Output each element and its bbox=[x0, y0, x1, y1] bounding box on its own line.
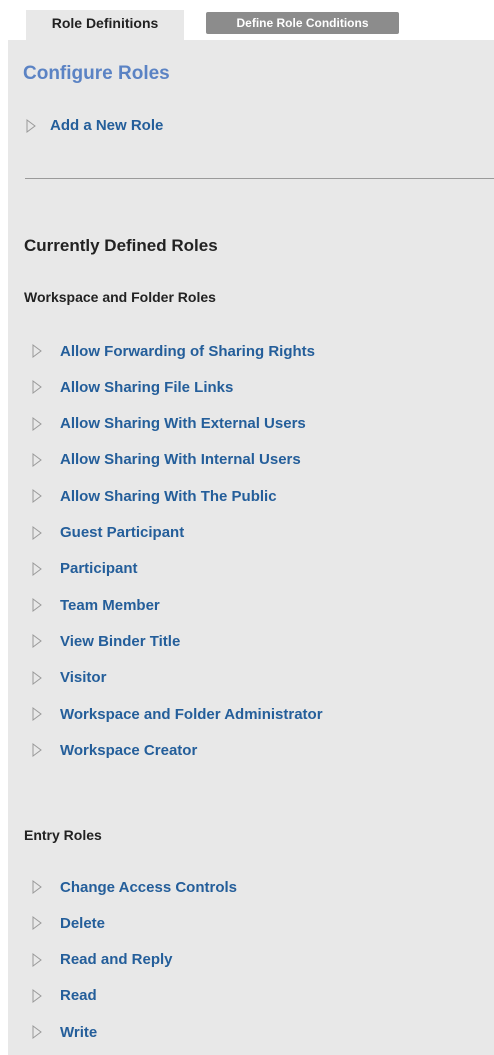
triangle-right-icon bbox=[32, 561, 42, 576]
role-item-label: Guest Participant bbox=[60, 524, 185, 541]
role-item[interactable]: Read bbox=[32, 985, 97, 1007]
add-new-role-label: Add a New Role bbox=[50, 117, 164, 134]
divider bbox=[25, 178, 494, 179]
triangle-right-icon bbox=[32, 416, 42, 431]
role-item-label: Write bbox=[60, 1023, 98, 1041]
role-item-label: View Binder Title bbox=[60, 632, 181, 650]
role-item[interactable]: Change Access Controls bbox=[32, 876, 237, 898]
role-item[interactable]: Allow Forwarding of Sharing Rights bbox=[32, 340, 315, 362]
triangle-right-icon bbox=[32, 344, 42, 358]
role-item-label: Allow Forwarding of Sharing Rights bbox=[60, 342, 315, 360]
triangle-right-icon bbox=[32, 525, 42, 540]
role-item-label: Workspace and Folder Administrator bbox=[60, 705, 323, 723]
entry-roles-heading: Entry Roles bbox=[24, 827, 102, 843]
configure-roles-title: Configure Roles bbox=[23, 63, 170, 84]
role-item-label: Workspace Creator bbox=[60, 741, 198, 759]
triangle-right-icon bbox=[32, 489, 42, 504]
role-item[interactable]: Allow Sharing With Internal Users bbox=[32, 449, 301, 471]
triangle-right-icon bbox=[32, 1025, 42, 1040]
role-item-label: Change Access Controls bbox=[60, 878, 237, 896]
tab-bar: Role Definitions Define Role Conditions bbox=[26, 10, 494, 40]
role-item[interactable]: View Binder Title bbox=[32, 630, 180, 652]
triangle-right-icon bbox=[32, 380, 42, 395]
triangle-right-icon bbox=[32, 598, 42, 613]
role-item-label: Allow Sharing With External Users bbox=[60, 415, 306, 433]
triangle-right-icon bbox=[32, 670, 42, 685]
role-item[interactable]: Team Member bbox=[32, 594, 160, 616]
role-item[interactable]: Read and Reply bbox=[32, 949, 173, 971]
role-item[interactable]: Workspace Creator bbox=[32, 739, 197, 761]
currently-defined-roles-title: Currently Defined Roles bbox=[24, 236, 218, 255]
role-item-label: Read bbox=[60, 987, 97, 1005]
triangle-right-icon bbox=[32, 634, 42, 649]
workspace-folder-roles-heading: Workspace and Folder Roles bbox=[24, 289, 216, 305]
triangle-right-icon bbox=[32, 952, 42, 967]
role-item[interactable]: Workspace and Folder Administrator bbox=[32, 703, 323, 725]
role-item-label: Delete bbox=[60, 914, 106, 932]
role-item[interactable]: Participant bbox=[32, 558, 138, 580]
add-new-role-link[interactable]: Add a New Role bbox=[26, 117, 163, 134]
tab-role-definitions[interactable]: Role Definitions bbox=[26, 10, 184, 40]
role-item-label: Allow Sharing File Links bbox=[60, 378, 234, 396]
triangle-right-icon bbox=[26, 118, 36, 133]
role-item-label: Allow Sharing With Internal Users bbox=[60, 451, 301, 469]
triangle-right-icon bbox=[32, 988, 42, 1003]
role-item-label: Read and Reply bbox=[60, 951, 173, 969]
role-item-label: Allow Sharing With The Public bbox=[60, 487, 277, 505]
role-item-label: Team Member bbox=[60, 596, 160, 614]
triangle-right-icon bbox=[32, 880, 42, 894]
tab-define-role-conditions[interactable]: Define Role Conditions bbox=[206, 12, 399, 34]
role-item[interactable]: Write bbox=[32, 1021, 97, 1043]
triangle-right-icon bbox=[32, 916, 42, 931]
role-item[interactable]: Allow Sharing With The Public bbox=[32, 485, 277, 507]
role-item[interactable]: Allow Sharing With External Users bbox=[32, 413, 306, 435]
role-item[interactable]: Visitor bbox=[32, 667, 106, 689]
role-item-label: Visitor bbox=[60, 669, 107, 687]
triangle-right-icon bbox=[32, 452, 42, 467]
triangle-right-icon bbox=[32, 707, 42, 721]
role-item[interactable]: Allow Sharing File Links bbox=[32, 376, 233, 398]
role-item-label: Participant bbox=[60, 560, 138, 578]
triangle-right-icon bbox=[32, 743, 42, 758]
role-item[interactable]: Guest Participant bbox=[32, 522, 184, 544]
role-panel: Configure Roles Add a New Role Currently… bbox=[8, 40, 494, 1055]
role-item[interactable]: Delete bbox=[32, 912, 105, 934]
